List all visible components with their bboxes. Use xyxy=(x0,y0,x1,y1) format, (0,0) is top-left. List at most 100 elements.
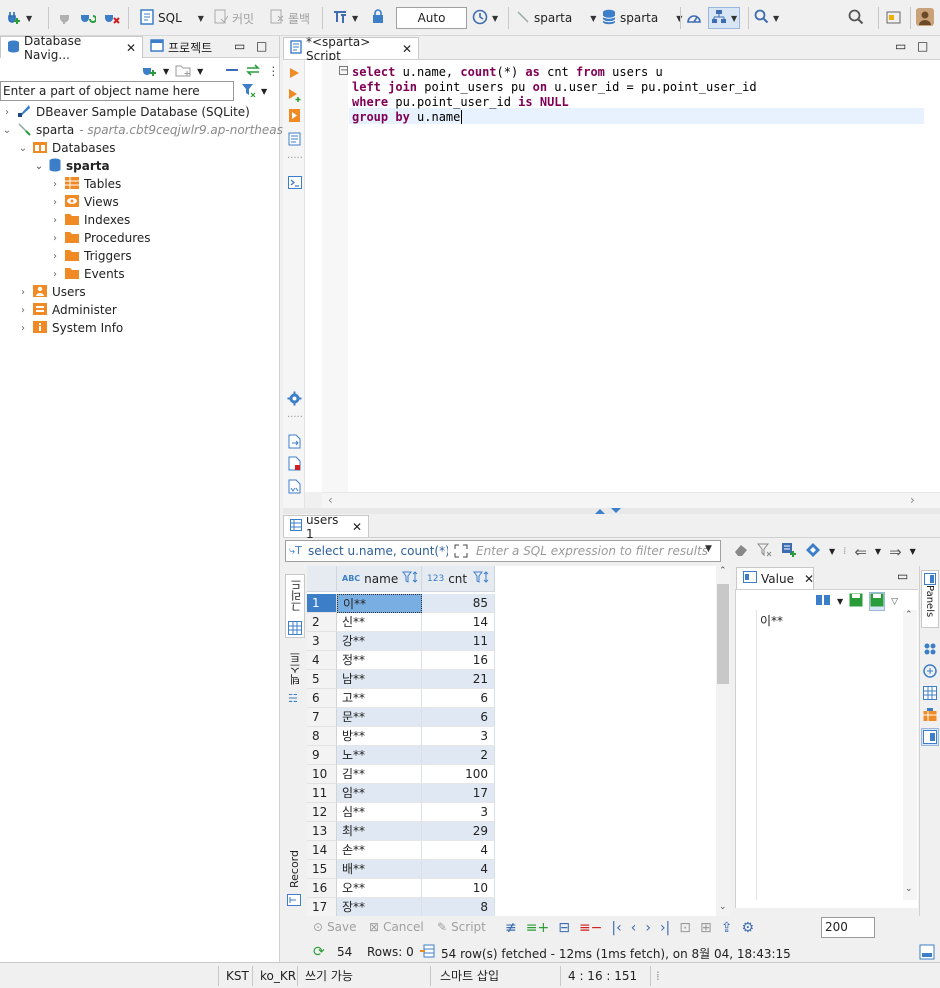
cell-cnt[interactable]: 3 xyxy=(422,727,495,746)
cell-name[interactable]: 최** xyxy=(337,822,422,841)
tab-database-navigator[interactable]: Database Navig... ✕ xyxy=(0,34,143,62)
cell-name[interactable]: 신** xyxy=(337,613,422,632)
eraser-icon[interactable] xyxy=(733,543,749,560)
chevron-left-icon[interactable]: ‹ xyxy=(328,493,333,507)
dashboard-button[interactable] xyxy=(686,8,702,28)
tab-record-view[interactable]: Record xyxy=(285,848,305,912)
fetch-next-icon[interactable]: ⊡ xyxy=(679,920,691,936)
tree-node-views[interactable]: › Views xyxy=(50,193,119,211)
save-icon[interactable] xyxy=(849,593,863,610)
table-row[interactable]: 3 강** 11 xyxy=(307,632,717,651)
execute-statement-icon[interactable] xyxy=(288,66,300,83)
expand-icon[interactable] xyxy=(454,544,468,561)
row-number[interactable]: 17 xyxy=(307,898,337,917)
script-button[interactable]: ✎ Script xyxy=(437,920,486,934)
chevron-right-icon[interactable]: › xyxy=(50,179,60,190)
commit-button[interactable]: 커밋 xyxy=(214,8,254,28)
tab-grid-view[interactable]: 그리드 xyxy=(285,574,305,638)
value-scrollbar[interactable]: ⌃ ⌄ xyxy=(903,610,917,900)
chevron-up-icon[interactable]: ⌃ xyxy=(719,566,727,576)
terminal-icon[interactable] xyxy=(288,176,302,192)
disconnect-all-button[interactable] xyxy=(104,8,120,28)
filter-input[interactable]: Enter a SQL expression to filter results xyxy=(476,544,708,558)
arrow-left-icon[interactable]: ⇐ xyxy=(854,543,867,561)
panels-toggle[interactable]: Panels xyxy=(921,570,939,628)
cell-cnt[interactable]: 2 xyxy=(422,746,495,765)
filter-config-icon[interactable] xyxy=(805,542,821,561)
chevron-down-icon[interactable]: ▼ xyxy=(910,547,916,556)
table-row[interactable]: 15 배** 4 xyxy=(307,860,717,879)
close-icon[interactable]: ✕ xyxy=(402,42,412,56)
next-page-icon[interactable]: › xyxy=(645,920,651,936)
metadata-panel-icon[interactable] xyxy=(923,642,937,659)
row-number[interactable]: 14 xyxy=(307,841,337,860)
cell-cnt[interactable]: 3 xyxy=(422,803,495,822)
code-line-3[interactable]: where pu.point_user_id is NULL xyxy=(352,95,569,110)
scrollbar-thumb[interactable] xyxy=(717,584,729,684)
copy-row-icon[interactable]: ⊟ xyxy=(558,920,570,936)
cell-cnt[interactable]: 29 xyxy=(422,822,495,841)
tree-node-tables[interactable]: › Tables xyxy=(50,175,121,193)
reconnect-button[interactable] xyxy=(80,8,97,28)
row-number[interactable]: 8 xyxy=(307,727,337,746)
cell-name[interactable]: 고** xyxy=(337,689,422,708)
tree-node-events[interactable]: › Events xyxy=(50,265,125,283)
auto-apply-icon[interactable] xyxy=(869,592,886,611)
arrow-right-icon[interactable]: ⇒ xyxy=(889,543,902,561)
cell-cnt[interactable]: 21 xyxy=(422,670,495,689)
save-button[interactable]: ⊙ Save xyxy=(313,920,357,934)
table-row[interactable]: 7 문** 6 xyxy=(307,708,717,727)
row-number[interactable]: 6 xyxy=(307,689,337,708)
sort-filter-icon[interactable] xyxy=(402,570,420,587)
file-error-icon[interactable] xyxy=(288,456,301,474)
lock-button[interactable] xyxy=(372,8,384,28)
table-row[interactable]: 13 최** 29 xyxy=(307,822,717,841)
chevron-right-icon[interactable]: › xyxy=(50,197,60,208)
tree-node-triggers[interactable]: › Triggers xyxy=(50,247,132,265)
rollback-button[interactable]: 롤백 xyxy=(270,8,310,28)
row-number[interactable]: 1 xyxy=(307,594,337,613)
content-viewer-icon[interactable] xyxy=(815,593,831,610)
cell-name[interactable]: 오** xyxy=(337,879,422,898)
cell-name[interactable]: 노** xyxy=(337,746,422,765)
calculator-panel-icon[interactable] xyxy=(923,664,937,681)
table-row[interactable]: 10 김** 100 xyxy=(307,765,717,784)
row-number[interactable]: 12 xyxy=(307,803,337,822)
first-page-icon[interactable]: |‹ xyxy=(611,920,621,936)
panel-toggle-icon[interactable] xyxy=(919,944,935,963)
tab-script[interactable]: *<sparta> Script ✕ xyxy=(283,35,419,63)
column-header-cnt[interactable]: 123 cnt xyxy=(422,566,495,592)
search-button[interactable]: ▼ xyxy=(754,8,779,28)
chevron-right-icon[interactable]: › xyxy=(50,233,60,244)
tree-node-databases[interactable]: ⌄ Databases xyxy=(18,139,116,157)
active-datasource-selector[interactable]: sparta ▼ xyxy=(516,8,596,28)
export-icon[interactable] xyxy=(288,434,301,452)
row-number[interactable]: 9 xyxy=(307,746,337,765)
cell-name[interactable]: 임** xyxy=(337,784,422,803)
cell-cnt[interactable]: 11 xyxy=(422,632,495,651)
column-header-name[interactable]: ABC name xyxy=(337,566,422,592)
filter-options-button[interactable]: ▼ xyxy=(241,83,267,100)
table-row[interactable]: 1 이** 85 xyxy=(307,594,717,613)
code-line-2[interactable]: left join point_users pu on u.user_id = … xyxy=(352,80,757,95)
cell-cnt[interactable]: 4 xyxy=(422,841,495,860)
cell-name[interactable]: 배** xyxy=(337,860,422,879)
chevron-right-icon[interactable]: › xyxy=(910,493,915,507)
cell-name[interactable]: 심** xyxy=(337,803,422,822)
tree-node-indexes[interactable]: › Indexes xyxy=(50,211,130,229)
cell-name[interactable]: 남** xyxy=(337,670,422,689)
row-number[interactable]: 11 xyxy=(307,784,337,803)
table-row[interactable]: 5 남** 21 xyxy=(307,670,717,689)
cell-name[interactable]: 문** xyxy=(337,708,422,727)
tree-node-sample-db[interactable]: › DBeaver Sample Database (SQLite) xyxy=(2,103,250,121)
variables-icon[interactable] xyxy=(288,479,301,497)
table-row[interactable]: 12 심** 3 xyxy=(307,803,717,822)
gear-icon[interactable]: ⚙ xyxy=(741,920,754,936)
table-row[interactable]: 17 장** 8 xyxy=(307,898,717,917)
new-connection-button[interactable]: ▼ xyxy=(6,8,32,28)
chevron-right-icon[interactable]: › xyxy=(50,269,60,280)
references-panel-icon[interactable] xyxy=(923,708,937,725)
fetch-all-icon[interactable]: ⊞ xyxy=(700,920,712,936)
cell-cnt[interactable]: 14 xyxy=(422,613,495,632)
delete-row-icon[interactable]: ≡− xyxy=(579,920,602,936)
